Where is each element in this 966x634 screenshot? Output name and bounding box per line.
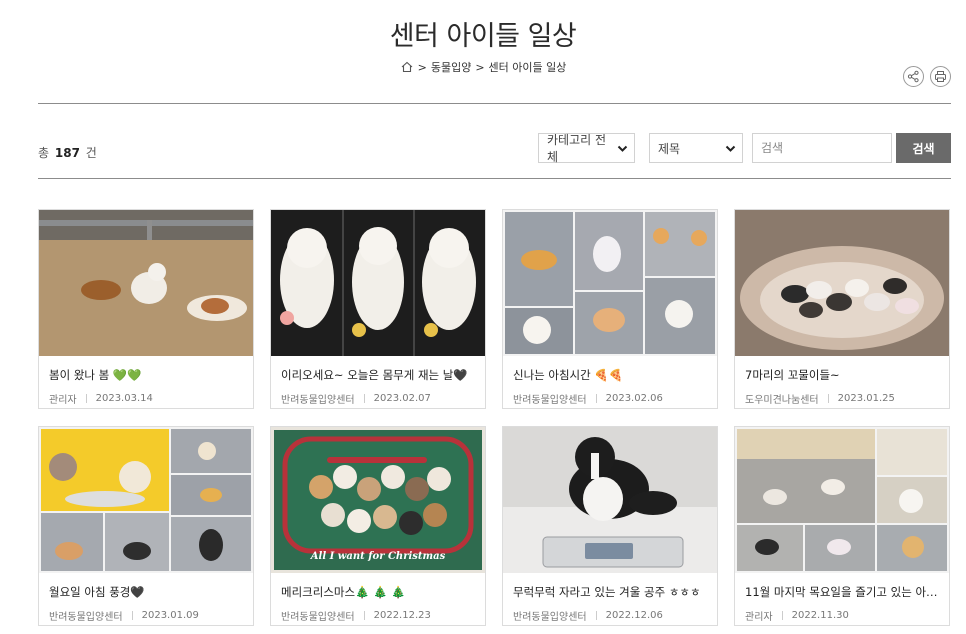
gallery-card[interactable]: All I want for Christmas 메리크리스마스🎄 🎄 🎄 반려… <box>270 426 486 626</box>
post-thumbnail[interactable] <box>39 210 253 356</box>
post-date: 2023.02.06 <box>605 393 663 404</box>
breadcrumb-separator: > <box>475 60 485 74</box>
search-area: 카테고리 전체 제목 검색 <box>538 133 951 164</box>
gallery-card[interactable]: 신나는 아침시간 🍕🍕 반려동물입양센터 2023.02.06 <box>502 209 718 409</box>
post-title[interactable]: 11월 마지막 목요일을 즐기고 있는 아… <box>745 584 941 600</box>
gallery-card[interactable]: 7마리의 꼬물이들~ 도우미견나눔센터 2023.01.25 <box>734 209 950 409</box>
post-meta: 반려동물입양센터 2023.02.07 <box>281 391 485 406</box>
print-icon <box>935 71 946 82</box>
post-title[interactable]: 봄이 왔나 봄 💚💚 <box>49 367 245 383</box>
post-date: 2022.12.06 <box>605 610 663 621</box>
gallery-card[interactable]: 봄이 왔나 봄 💚💚 관리자 2023.03.14 <box>38 209 254 409</box>
breadcrumb: > 동물입양 > 센터 아이들 일상 <box>0 59 966 75</box>
post-author: 반려동물입양센터 <box>513 395 587 406</box>
gallery-card[interactable]: 무럭무럭 자라고 있는 겨울 공주 ㅎㅎㅎ 반려동물입양센터 2022.12.0… <box>502 426 718 626</box>
utility-buttons <box>903 66 951 87</box>
post-title[interactable]: 7마리의 꼬물이들~ <box>745 367 941 383</box>
post-author: 반려동물입양센터 <box>281 612 355 623</box>
post-meta: 관리자 2022.11.30 <box>745 608 949 623</box>
post-date: 2023.01.09 <box>141 610 199 621</box>
post-thumbnail[interactable] <box>735 427 949 573</box>
post-meta: 도우미견나눔센터 2023.01.25 <box>745 391 949 406</box>
meta-separator <box>131 611 133 620</box>
gallery-grid: 봄이 왔나 봄 💚💚 관리자 2023.03.14 이리오세요~ 오늘은 몸무게… <box>38 209 950 626</box>
breadcrumb-separator: > <box>417 60 427 74</box>
page-title: 센터 아이들 일상 <box>389 21 577 52</box>
meta-separator <box>85 394 87 403</box>
post-meta: 반려동물입양센터 2022.12.06 <box>513 608 717 623</box>
post-date: 2023.01.25 <box>837 393 895 404</box>
post-date: 2022.12.23 <box>373 610 431 621</box>
field-select[interactable]: 제목 <box>649 133 743 163</box>
post-title[interactable]: 메리크리스마스🎄 🎄 🎄 <box>281 584 477 600</box>
post-meta: 반려동물입양센터 2023.01.09 <box>49 608 253 623</box>
gallery-card[interactable]: 11월 마지막 목요일을 즐기고 있는 아… 관리자 2022.11.30 <box>734 426 950 626</box>
post-author: 반려동물입양센터 <box>49 612 123 623</box>
meta-separator <box>363 394 365 403</box>
print-button[interactable] <box>930 66 951 87</box>
post-thumbnail[interactable] <box>271 210 485 356</box>
home-icon[interactable] <box>400 60 414 74</box>
gallery-card[interactable]: 이리오세요~ 오늘은 몸무게 재는 날🖤 반려동물입양센터 2023.02.07 <box>270 209 486 409</box>
post-author: 도우미견나눔센터 <box>745 395 819 406</box>
breadcrumb-item-adoption[interactable]: 동물입양 <box>431 59 471 75</box>
breadcrumb-item-current[interactable]: 센터 아이들 일상 <box>489 59 567 75</box>
post-meta: 관리자 2023.03.14 <box>49 391 253 406</box>
post-date: 2023.02.07 <box>373 393 431 404</box>
meta-separator <box>595 394 597 403</box>
chevron-down-icon <box>725 145 736 152</box>
post-author: 반려동물입양센터 <box>281 395 355 406</box>
chevron-down-icon <box>617 145 628 152</box>
share-button[interactable] <box>903 66 924 87</box>
post-author: 관리자 <box>49 395 77 406</box>
share-icon <box>907 70 919 83</box>
post-meta: 반려동물입양센터 2022.12.23 <box>281 608 485 623</box>
category-select[interactable]: 카테고리 전체 <box>538 133 635 164</box>
post-title[interactable]: 무럭무럭 자라고 있는 겨울 공주 ㅎㅎㅎ <box>513 584 709 600</box>
post-date: 2022.11.30 <box>791 610 849 621</box>
meta-separator <box>827 394 829 403</box>
post-author: 반려동물입양센터 <box>513 612 587 623</box>
divider <box>38 178 951 179</box>
search-button[interactable]: 검색 <box>896 133 951 163</box>
gallery-card[interactable]: 월요일 아침 풍경🖤 반려동물입양센터 2023.01.09 <box>38 426 254 626</box>
post-count: 총 187 건 <box>38 146 97 160</box>
meta-separator <box>595 611 597 620</box>
divider <box>38 103 951 104</box>
post-title[interactable]: 월요일 아침 풍경🖤 <box>49 584 245 600</box>
post-date: 2023.03.14 <box>95 393 153 404</box>
meta-separator <box>781 611 783 620</box>
meta-separator <box>363 611 365 620</box>
search-input[interactable] <box>752 133 892 163</box>
post-thumbnail[interactable] <box>503 427 717 573</box>
post-author: 관리자 <box>745 612 773 623</box>
post-title[interactable]: 신나는 아침시간 🍕🍕 <box>513 367 709 383</box>
christmas-caption: All I want for Christmas <box>310 551 446 562</box>
post-meta: 반려동물입양센터 2023.02.06 <box>513 391 717 406</box>
post-thumbnail[interactable] <box>39 427 253 573</box>
post-thumbnail[interactable] <box>503 210 717 356</box>
post-thumbnail[interactable]: All I want for Christmas <box>271 427 485 573</box>
post-title[interactable]: 이리오세요~ 오늘은 몸무게 재는 날🖤 <box>281 367 477 383</box>
post-thumbnail[interactable] <box>735 210 949 356</box>
